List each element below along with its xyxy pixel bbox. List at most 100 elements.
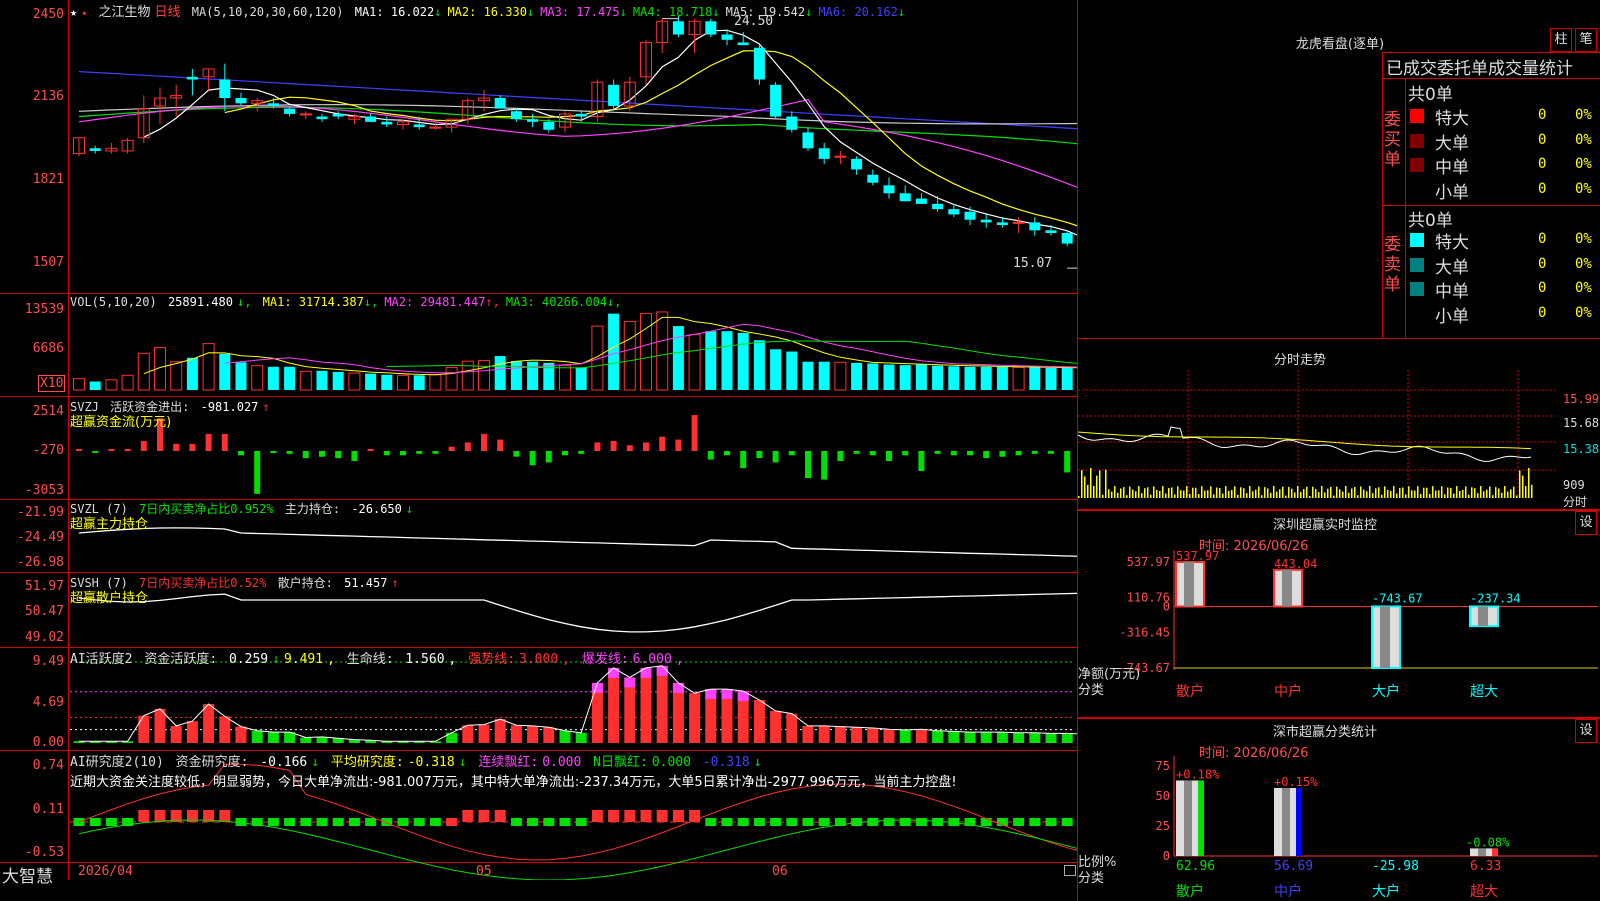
ai2-name: 资金活跃度: bbox=[144, 652, 217, 667]
minute-volume-bar bbox=[1429, 494, 1431, 498]
sz-monitor-settings-button[interactable]: 设 bbox=[1575, 511, 1597, 535]
research-bar bbox=[803, 818, 814, 826]
longhu-subtitle: 已成交委托单成交量统计 bbox=[1386, 54, 1573, 79]
buy-row-pct: 0% bbox=[1575, 156, 1592, 172]
minute-volume-bar bbox=[1378, 487, 1380, 498]
fund-flow-bar bbox=[562, 451, 568, 455]
star-icon[interactable]: ★ bbox=[70, 5, 77, 19]
minute-volume-bar bbox=[1180, 490, 1182, 498]
fund-flow-bar bbox=[481, 434, 487, 451]
fund-flow-bar bbox=[335, 451, 341, 458]
ma-name: MA2: bbox=[447, 5, 476, 19]
volume-bar-down bbox=[916, 365, 927, 390]
air-red-v: 0.000 bbox=[542, 755, 581, 770]
volume-bar-down bbox=[997, 367, 1008, 390]
sz-class-settings-button[interactable]: 设 bbox=[1575, 719, 1597, 743]
minute-vol: 909 bbox=[1563, 478, 1585, 492]
vol-unit-button[interactable]: X10 bbox=[38, 375, 65, 392]
candle-body-down bbox=[187, 77, 198, 80]
volume-bar-down bbox=[219, 354, 230, 390]
air-extra-arrow: ↓ bbox=[754, 755, 762, 770]
brand-label: 大智慧 bbox=[2, 862, 53, 887]
volume-bar-down bbox=[722, 331, 733, 390]
minute-volume-bar bbox=[1360, 486, 1362, 498]
candle-body-down bbox=[543, 122, 554, 130]
minute-volume-bar bbox=[1108, 489, 1110, 498]
minute-volume-bar bbox=[1498, 488, 1500, 498]
fund-flow-bar bbox=[627, 445, 633, 451]
activity-bar bbox=[1062, 733, 1073, 743]
kline-chart[interactable] bbox=[0, 0, 1078, 880]
activity-bar bbox=[770, 711, 781, 743]
minute-volume-bar bbox=[1426, 488, 1428, 498]
class-pct-label: +0.15% bbox=[1274, 775, 1318, 789]
volume-bar-down bbox=[284, 367, 295, 390]
fund-flow-bar bbox=[773, 451, 779, 462]
category-label: 大户 bbox=[1372, 883, 1400, 900]
activity-burst-cap bbox=[657, 666, 668, 676]
svzl-name: 7日内买卖净占比0.952% bbox=[139, 502, 274, 516]
sz-monitor-title: 深圳超赢实时监控 bbox=[1240, 514, 1410, 533]
minute-volume-bar bbox=[1231, 490, 1233, 498]
minute-volume-bar bbox=[1390, 491, 1392, 498]
volume-bar-down bbox=[381, 375, 392, 390]
flag-icon[interactable]: ✦ bbox=[81, 8, 87, 19]
ai2-name3: 生命线: bbox=[347, 652, 394, 667]
air-avg: 平均研究度: bbox=[331, 755, 404, 770]
fund-flow-bar bbox=[173, 444, 179, 451]
minute-volume-bar bbox=[1492, 495, 1494, 498]
minute-avg-line bbox=[1078, 432, 1531, 449]
bar-mode-button[interactable]: 柱 bbox=[1550, 28, 1572, 52]
activity-bar bbox=[317, 737, 328, 743]
fund-flow-bar bbox=[206, 434, 212, 451]
research-bar bbox=[754, 818, 765, 826]
minute-volume-bar bbox=[1114, 486, 1116, 498]
sell-color-swatch bbox=[1410, 307, 1424, 321]
volume-bar-up bbox=[106, 380, 117, 390]
research-bar bbox=[981, 818, 992, 826]
candle-body-down bbox=[268, 103, 279, 106]
minute-price: 15.99 bbox=[1563, 392, 1599, 406]
minute-volume-bar bbox=[1510, 489, 1512, 498]
research-bar bbox=[398, 818, 409, 826]
buy-row-count: 0 bbox=[1538, 132, 1546, 148]
buy-row-pct: 0% bbox=[1575, 107, 1592, 123]
activity-bar bbox=[867, 728, 878, 743]
minute-volume-bar bbox=[1102, 495, 1104, 498]
volume-bar-down bbox=[1046, 368, 1057, 390]
minute-volume-bar bbox=[1276, 492, 1278, 498]
volume-bar-up bbox=[252, 366, 263, 390]
buy-row-label: 大单 bbox=[1435, 129, 1469, 154]
ma-name: MA1: bbox=[355, 5, 384, 19]
lock-icon[interactable] bbox=[1064, 865, 1076, 876]
tick-mode-button[interactable]: 笔 bbox=[1575, 28, 1597, 52]
minute-volume-bar bbox=[1519, 471, 1521, 498]
research-bar bbox=[284, 818, 295, 826]
minute-chart[interactable] bbox=[1078, 370, 1598, 508]
minute-volume-bar bbox=[1225, 486, 1227, 498]
monitor-bar-label: -237.34 bbox=[1470, 591, 1521, 605]
minute-volume-bar bbox=[1522, 476, 1524, 498]
minute-volume-bar bbox=[1336, 487, 1338, 498]
activity-bar bbox=[527, 726, 538, 743]
minute-volume-bar bbox=[1264, 487, 1266, 498]
minute-volume-bar bbox=[1246, 493, 1248, 498]
volume-bar-down bbox=[770, 349, 781, 390]
period-label[interactable]: 日线 bbox=[155, 5, 181, 20]
fund-flow-bar bbox=[675, 440, 681, 451]
ma-params: MA(5,10,20,30,60,120) bbox=[192, 5, 344, 19]
volume-bar-down bbox=[819, 362, 830, 390]
fund-flow-bar bbox=[821, 451, 827, 480]
buy-row-pct: 0% bbox=[1575, 132, 1592, 148]
monitor-bar-label: 537.97 bbox=[1176, 550, 1219, 563]
minute-volume-bar bbox=[1432, 486, 1434, 498]
volume-bar-down bbox=[333, 372, 344, 390]
price-panel-header: ★✦ 之江生物日线 MA(5,10,20,30,60,120) MA1: 16.… bbox=[70, 1, 915, 20]
fund-flow-bar bbox=[465, 442, 471, 451]
activity-bar bbox=[608, 668, 619, 743]
candle-body-up bbox=[1013, 222, 1024, 223]
minute-volume-bar bbox=[1327, 489, 1329, 498]
minute-volume-bar bbox=[1366, 491, 1368, 498]
minute-volume-bar bbox=[1516, 496, 1518, 498]
sz-class-title: 深市超赢分类统计 bbox=[1240, 721, 1410, 740]
